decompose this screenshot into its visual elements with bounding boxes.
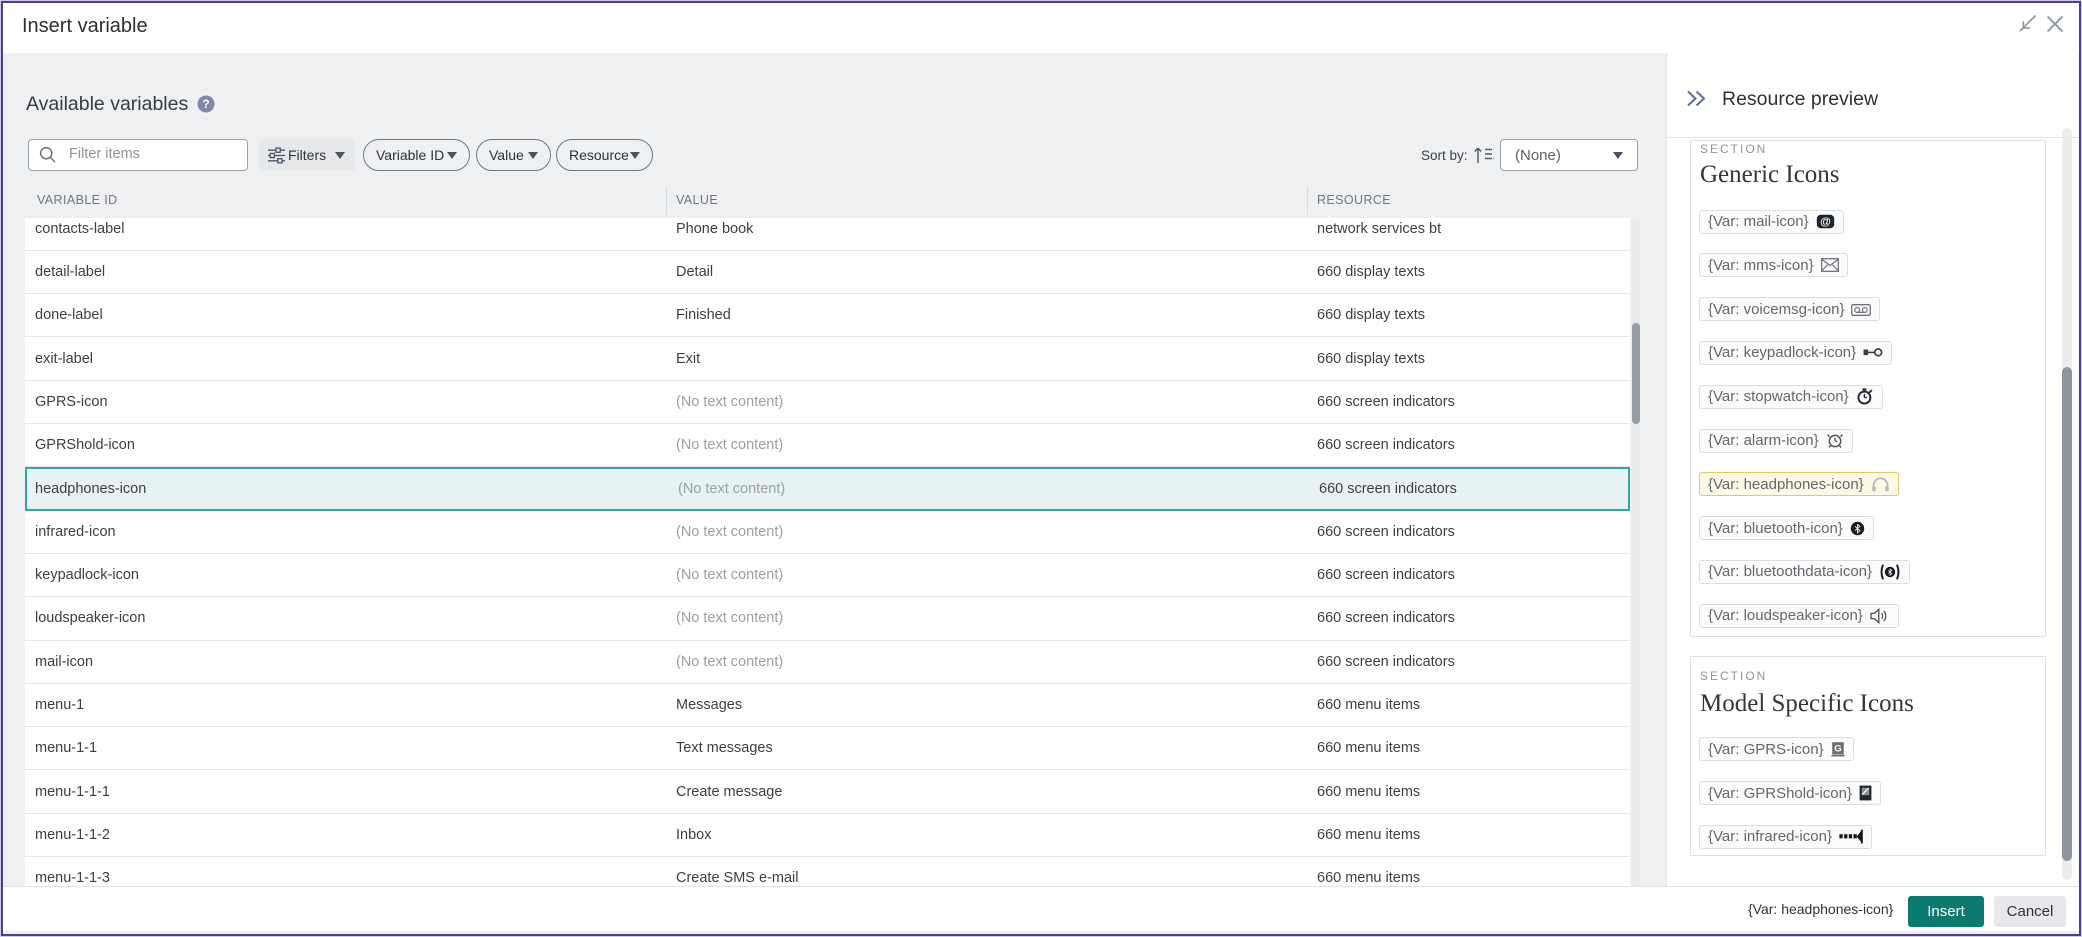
- svg-text:@: @: [1820, 216, 1831, 228]
- svg-text:G: G: [1834, 744, 1841, 755]
- svg-text:?: ?: [202, 97, 209, 111]
